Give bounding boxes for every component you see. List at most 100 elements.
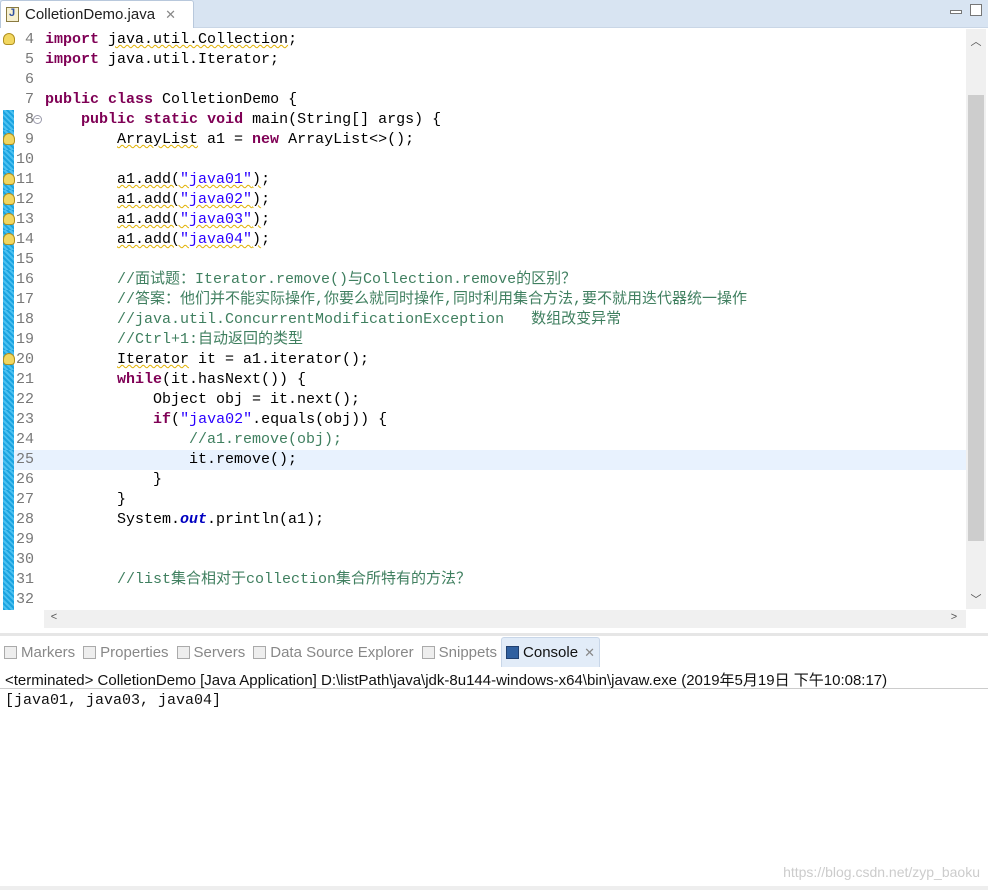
code-line[interactable]: 18 //java.util.ConcurrentModificationExc… bbox=[0, 310, 966, 330]
code-line[interactable]: 5 import java.util.Iterator; bbox=[0, 50, 966, 70]
change-marker bbox=[3, 470, 14, 490]
code-token: System. bbox=[45, 511, 181, 528]
line-number: 13 bbox=[15, 211, 34, 228]
scroll-down-icon[interactable]: ﹀ bbox=[966, 591, 986, 607]
code-text: //Ctrl+1:自动返回的类型 bbox=[45, 330, 303, 350]
line-number: 31 bbox=[15, 571, 34, 588]
line-number: 5 bbox=[24, 51, 34, 68]
close-icon[interactable]: ✕ bbox=[584, 645, 595, 661]
code-line[interactable]: 7 public class ColletionDemo { bbox=[0, 90, 966, 110]
code-token: while bbox=[117, 371, 163, 388]
code-line[interactable]: 25 it.remove(); bbox=[0, 450, 966, 470]
code-line[interactable]: 12 a1.add("java02"); bbox=[0, 190, 966, 210]
vertical-scrollbar[interactable]: ︿ ﹀ bbox=[966, 29, 986, 609]
code-line[interactable]: 19 //Ctrl+1:自动返回的类型 bbox=[0, 330, 966, 350]
code-line[interactable]: 27 } bbox=[0, 490, 966, 510]
line-number: 27 bbox=[15, 491, 34, 508]
console-process-info: <terminated> ColletionDemo [Java Applica… bbox=[5, 672, 888, 689]
snippets-icon bbox=[421, 645, 435, 659]
line-number: 17 bbox=[15, 291, 34, 308]
fold-icon[interactable]: − bbox=[33, 115, 42, 124]
code-line[interactable]: 28 System.out.println(a1); bbox=[0, 510, 966, 530]
line-number: 16 bbox=[15, 271, 34, 288]
code-line[interactable]: 15 bbox=[0, 250, 966, 270]
close-icon[interactable]: ✕ bbox=[165, 7, 176, 23]
change-marker bbox=[3, 530, 14, 550]
editor-tab-title: ColletionDemo.java bbox=[25, 6, 156, 23]
code-token: ; bbox=[261, 191, 271, 208]
code-token: //Ctrl+1:自动返回的类型 bbox=[117, 331, 304, 348]
change-marker bbox=[3, 370, 14, 390]
console-output[interactable]: [java01, java03, java04] bbox=[5, 692, 221, 709]
code-token: import bbox=[45, 31, 100, 48]
editor-tab-bar: ColletionDemo.java ✕ bbox=[0, 0, 988, 28]
code-token: import bbox=[45, 51, 100, 68]
horizontal-scrollbar[interactable]: < > bbox=[44, 610, 966, 628]
tab-console[interactable]: Console ✕ bbox=[501, 637, 600, 667]
code-token: ( bbox=[171, 411, 181, 428]
tab-snippets[interactable]: Snippets bbox=[418, 637, 501, 667]
code-line[interactable]: 16 //面试题：Iterator.remove()与Collection.re… bbox=[0, 270, 966, 290]
code-line[interactable]: 24 //a1.remove(obj); bbox=[0, 430, 966, 450]
code-token: a1 = bbox=[198, 131, 253, 148]
change-marker bbox=[3, 490, 14, 510]
code-line[interactable]: 13 a1.add("java03"); bbox=[0, 210, 966, 230]
tab-markers[interactable]: Markers bbox=[0, 637, 79, 667]
code-text: //list集合相对于collection集合所特有的方法？ bbox=[45, 570, 471, 590]
code-line[interactable]: 20 Iterator it = a1.iterator(); bbox=[0, 350, 966, 370]
code-token: new bbox=[252, 131, 280, 148]
code-line[interactable]: 9 ArrayList a1 = new ArrayList<>(); bbox=[0, 130, 966, 150]
tab-servers[interactable]: Servers bbox=[173, 637, 250, 667]
line-number: 28 bbox=[15, 511, 34, 528]
minimize-button[interactable] bbox=[950, 10, 962, 14]
code-line[interactable]: 26 } bbox=[0, 470, 966, 490]
tab-label: Data Source Explorer bbox=[270, 643, 414, 661]
editor-tab[interactable]: ColletionDemo.java ✕ bbox=[0, 0, 194, 28]
tab-properties[interactable]: Properties bbox=[79, 637, 172, 667]
scrollbar-thumb[interactable] bbox=[968, 95, 984, 541]
scroll-left-icon[interactable]: < bbox=[44, 611, 64, 623]
line-number: 32 bbox=[15, 591, 34, 608]
java-file-icon bbox=[6, 7, 19, 22]
code-line[interactable]: 23 if("java02".equals(obj)) { bbox=[0, 410, 966, 430]
code-line[interactable]: 4 import java.util.Collection; bbox=[0, 30, 966, 50]
change-marker bbox=[3, 290, 14, 310]
code-line[interactable]: 6 bbox=[0, 70, 966, 90]
code-line[interactable]: 32 bbox=[0, 590, 966, 610]
code-line[interactable]: 21 while(it.hasNext()) { bbox=[0, 370, 966, 390]
code-token: java.util.Collection bbox=[108, 31, 289, 48]
code-token: void bbox=[207, 111, 244, 128]
code-line[interactable]: 31 //list集合相对于collection集合所特有的方法？ bbox=[0, 570, 966, 590]
maximize-button[interactable] bbox=[970, 4, 982, 16]
code-token: } bbox=[45, 491, 127, 508]
code-line[interactable]: 8− public static void main(String[] args… bbox=[0, 110, 966, 130]
tab-label: Markers bbox=[21, 643, 76, 661]
change-marker bbox=[3, 150, 14, 170]
code-line[interactable]: 17 //答案：他们并不能实际操作,你要么就同时操作,同时利用集合方法,要不就用… bbox=[0, 290, 966, 310]
code-token: //list集合相对于collection集合所特有的方法？ bbox=[117, 571, 472, 588]
line-number: 11 bbox=[15, 171, 34, 188]
code-line[interactable]: 10 bbox=[0, 150, 966, 170]
line-number: 18 bbox=[15, 311, 34, 328]
scroll-up-icon[interactable]: ︿ bbox=[966, 33, 986, 49]
code-line[interactable]: 22 Object obj = it.next(); bbox=[0, 390, 966, 410]
code-line[interactable]: 29 bbox=[0, 530, 966, 550]
code-editor[interactable]: 4 import java.util.Collection; 5 import jav… bbox=[0, 29, 988, 629]
scroll-right-icon[interactable]: > bbox=[944, 611, 964, 623]
code-token: java.util.Iterator; bbox=[99, 51, 280, 68]
tab-data-source-explorer[interactable]: Data Source Explorer bbox=[249, 637, 417, 667]
code-text: it.remove(); bbox=[45, 450, 297, 470]
code-line[interactable]: 14 a1.add("java04"); bbox=[0, 230, 966, 250]
code-token: ArrayList bbox=[117, 131, 199, 148]
data-source-icon bbox=[253, 645, 267, 659]
change-marker bbox=[3, 330, 14, 350]
code-line[interactable]: 30 bbox=[0, 550, 966, 570]
code-line[interactable]: 11 a1.add("java01"); bbox=[0, 170, 966, 190]
